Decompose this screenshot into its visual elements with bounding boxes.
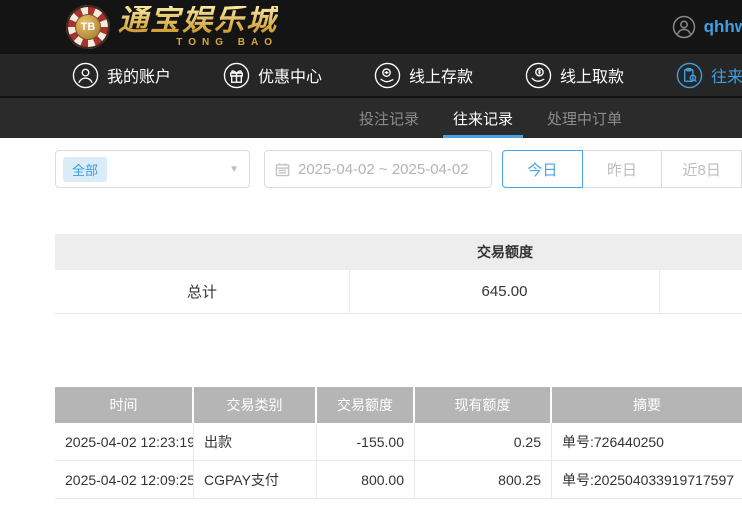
tab-processing-orders[interactable]: 处理中订单 [543, 98, 626, 138]
col-header-summary: 摘要 [552, 387, 742, 423]
user-account-area[interactable]: qhhw [672, 15, 742, 39]
category-select[interactable]: 全部 ▼ [55, 150, 250, 188]
logo-english-name: TONG BAO [176, 38, 278, 48]
user-circle-icon [72, 62, 99, 89]
nav-label: 我的账户 [107, 63, 171, 87]
nav-item-promotions[interactable]: 优惠中心 [223, 62, 322, 89]
poker-chip-icon: TB [66, 5, 110, 49]
table-row: 2025-04-02 12:09:25 CGPAY支付 800.00 800.2… [55, 461, 742, 499]
cell-balance: 800.25 [415, 461, 552, 498]
logo-chinese-name: 通宝娱乐城 [118, 6, 278, 36]
deposit-hand-coin-icon [374, 62, 401, 89]
col-header-type: 交易类别 [194, 387, 317, 423]
filter-bar: 全部 ▼ 2025-04-02 ~ 2025-04-02 今日 昨日 近8日 [55, 150, 742, 188]
nav-item-online-deposit[interactable]: 线上存款 [374, 62, 473, 89]
col-header-balance: 现有额度 [415, 387, 552, 423]
cell-type: CGPAY支付 [194, 461, 317, 498]
records-clipboard-icon [676, 62, 703, 89]
tab-transaction-records[interactable]: 往来记录 [449, 98, 517, 138]
nav-label: 往来记录 [711, 63, 742, 87]
records-tab-bar: 投注记录 往来记录 处理中订单 [0, 98, 742, 138]
nav-label: 线上取款 [560, 63, 624, 87]
cell-amount: 800.00 [317, 461, 415, 498]
selected-category-tag[interactable]: 全部 [63, 157, 107, 182]
today-button[interactable]: 今日 [502, 150, 583, 188]
nav-item-my-account[interactable]: 我的账户 [72, 62, 171, 89]
col-header-time: 时间 [55, 387, 194, 423]
tab-betting-records[interactable]: 投注记录 [355, 98, 423, 138]
tab-label: 投注记录 [359, 108, 419, 129]
date-range-input[interactable]: 2025-04-02 ~ 2025-04-02 [264, 150, 492, 188]
cell-summary: 单号:726440250 [552, 423, 742, 460]
cell-amount: -155.00 [317, 423, 415, 460]
chip-tb-monogram: TB [75, 14, 101, 40]
tab-label: 往来记录 [453, 108, 513, 129]
cell-time: 2025-04-02 12:23:19 [55, 423, 194, 460]
col-header-amount: 交易额度 [317, 387, 415, 423]
last-8-days-button[interactable]: 近8日 [661, 150, 742, 188]
chevron-down-icon: ▼ [229, 164, 239, 175]
main-navigation: 我的账户 优惠中心 线上存款 线上取款 往来记录 [0, 54, 742, 98]
cell-time: 2025-04-02 12:09:25 [55, 461, 194, 498]
logo-text: 通宝娱乐城 TONG BAO [118, 6, 278, 48]
cell-type: 出款 [194, 423, 317, 460]
nav-item-online-withdrawal[interactable]: 线上取款 [525, 62, 624, 89]
date-range-value[interactable]: 2025-04-02 ~ 2025-04-02 [298, 161, 469, 178]
top-bar: TB 通宝娱乐城 TONG BAO qhhw [0, 0, 742, 54]
table-row: 2025-04-02 12:23:19 出款 -155.00 0.25 单号:7… [55, 423, 742, 461]
summary-total-value: 645.00 [350, 270, 660, 313]
username-text[interactable]: qhhw [704, 17, 742, 37]
transactions-table: 时间 交易类别 交易额度 现有额度 摘要 2025-04-02 12:23:19… [55, 387, 742, 499]
cell-summary: 单号:202504033919717597 [552, 461, 742, 498]
summary-table: 交易额度 总计 645.00 [55, 234, 742, 314]
tab-label: 处理中订单 [547, 108, 622, 129]
gift-icon [223, 62, 250, 89]
summary-total-row: 总计 645.00 [55, 270, 742, 314]
yesterday-button[interactable]: 昨日 [582, 150, 663, 188]
nav-label: 优惠中心 [258, 63, 322, 87]
withdraw-hand-coin-icon [525, 62, 552, 89]
summary-header-row: 交易额度 [55, 234, 742, 270]
user-avatar-icon [672, 15, 696, 39]
summary-empty-cell [660, 270, 742, 313]
calendar-icon [275, 162, 290, 177]
cell-balance: 0.25 [415, 423, 552, 460]
nav-label: 线上存款 [409, 63, 473, 87]
summary-header-amount: 交易额度 [350, 242, 660, 262]
summary-total-label: 总计 [55, 270, 350, 313]
quick-date-buttons: 今日 昨日 近8日 [502, 150, 742, 188]
nav-item-transaction-records[interactable]: 往来记录 [676, 62, 742, 89]
site-logo[interactable]: TB 通宝娱乐城 TONG BAO [66, 5, 278, 49]
table-header-row: 时间 交易类别 交易额度 现有额度 摘要 [55, 387, 742, 423]
